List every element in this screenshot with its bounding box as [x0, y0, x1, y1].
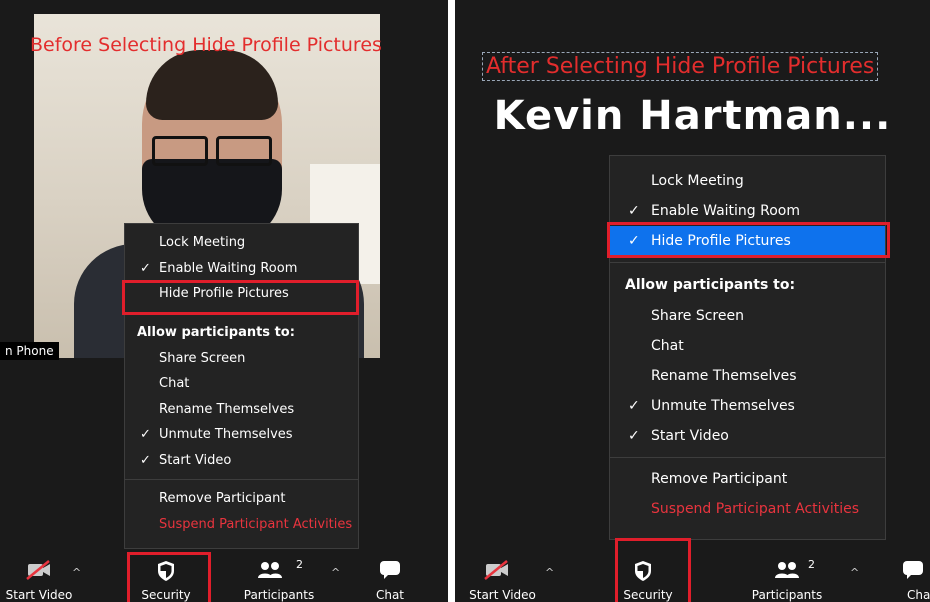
menu-item-start-video[interactable]: ✓ Start Video	[125, 448, 358, 474]
security-button[interactable]: Security	[607, 554, 697, 602]
start-video-button[interactable]: ^ Start Video	[465, 554, 555, 602]
check-icon: ✓	[628, 233, 640, 249]
menu-item-label: Lock Meeting	[651, 173, 744, 189]
participants-button[interactable]: 2 ^ Participants	[234, 554, 340, 602]
chevron-up-icon[interactable]: ^	[72, 566, 81, 579]
participants-button[interactable]: 2 ^ Participants	[742, 554, 859, 602]
menu-item-share-screen[interactable]: Share Screen	[610, 301, 885, 331]
shield-icon	[158, 561, 174, 581]
menu-item-remove-participant[interactable]: Remove Participant	[125, 486, 358, 512]
menu-item-label: Remove Participant	[651, 471, 788, 487]
participant-hair	[146, 50, 278, 120]
menu-item-suspend-activities[interactable]: Suspend Participant Activities	[125, 512, 358, 538]
before-screenshot-panel: n Phone Before Selecting Hide Profile Pi…	[0, 0, 448, 602]
security-menu: Lock Meeting ✓ Enable Waiting Room ✓ Hide …	[609, 155, 886, 540]
participants-label: Participants	[751, 588, 823, 602]
allow-participants-header: Allow participants to:	[137, 324, 295, 340]
start-video-label: Start Video	[469, 588, 536, 602]
chat-icon	[380, 561, 400, 579]
meeting-toolbar: ^ Start Video Security 2 ^ Participants	[0, 554, 448, 602]
check-icon: ✓	[628, 398, 640, 414]
menu-item-hide-profile-pictures[interactable]: Hide Profile Pictures	[125, 281, 358, 307]
menu-item-label: Unmute Themselves	[651, 398, 795, 414]
video-off-icon	[484, 560, 509, 580]
menu-item-rename-themselves[interactable]: Rename Themselves	[610, 361, 885, 391]
participants-icon	[258, 562, 282, 578]
security-label: Security	[141, 588, 191, 602]
chat-button[interactable]: Cha	[885, 554, 930, 602]
menu-item-label: Chat	[159, 376, 190, 391]
before-caption: Before Selecting Hide Profile Pictures	[30, 34, 382, 56]
participants-label: Participants	[243, 588, 315, 602]
menu-item-unmute-themselves[interactable]: ✓ Unmute Themselves	[125, 422, 358, 448]
start-video-button[interactable]: ^ Start Video	[0, 554, 84, 602]
menu-item-label: Start Video	[651, 428, 729, 444]
chat-label: Cha	[907, 588, 930, 602]
participant-name-tag: n Phone	[0, 342, 59, 360]
menu-item-unmute-themselves[interactable]: ✓ Unmute Themselves	[610, 391, 885, 421]
menu-item-label: Suspend Participant Activities	[651, 501, 860, 517]
menu-item-hide-profile-pictures[interactable]: ✓ Hide Profile Pictures	[610, 226, 885, 256]
security-label: Security	[623, 588, 673, 602]
check-icon: ✓	[628, 203, 640, 219]
security-button[interactable]: Security	[121, 554, 211, 602]
menu-item-remove-participant[interactable]: Remove Participant	[610, 464, 885, 494]
menu-item-rename-themselves[interactable]: Rename Themselves	[125, 397, 358, 423]
start-video-label: Start Video	[5, 588, 73, 602]
participant-glasses	[152, 136, 272, 166]
menu-item-label: Chat	[651, 338, 684, 354]
menu-item-label: Hide Profile Pictures	[651, 233, 791, 249]
participants-count-badge: 2	[296, 558, 303, 571]
menu-item-lock-meeting[interactable]: Lock Meeting	[610, 166, 885, 196]
participant-display-name: Kevin Hartman...	[493, 93, 892, 139]
check-icon: ✓	[140, 452, 151, 468]
menu-item-lock-meeting[interactable]: Lock Meeting	[125, 230, 358, 256]
menu-item-suspend-activities[interactable]: Suspend Participant Activities	[610, 494, 885, 524]
chevron-up-icon[interactable]: ^	[850, 566, 859, 579]
menu-item-label: Rename Themselves	[159, 401, 295, 417]
menu-item-enable-waiting-room[interactable]: ✓ Enable Waiting Room	[125, 256, 358, 282]
menu-item-label: Share Screen	[651, 308, 744, 324]
menu-item-enable-waiting-room[interactable]: ✓ Enable Waiting Room	[610, 196, 885, 226]
check-icon: ✓	[140, 260, 151, 276]
chat-label: Chat	[375, 588, 405, 602]
after-caption: After Selecting Hide Profile Pictures	[482, 52, 879, 81]
chevron-up-icon[interactable]: ^	[545, 566, 554, 579]
menu-item-chat[interactable]: Chat	[610, 331, 885, 361]
chat-button[interactable]: Chat	[345, 554, 435, 602]
menu-item-label: Unmute Themselves	[159, 427, 293, 442]
menu-item-label: Remove Participant	[159, 491, 286, 506]
check-icon: ✓	[140, 427, 151, 442]
menu-item-label: Enable Waiting Room	[159, 260, 298, 276]
shield-icon	[635, 561, 651, 581]
menu-divider	[610, 262, 885, 263]
menu-item-label: Lock Meeting	[159, 235, 246, 250]
after-screenshot-panel: After Selecting Hide Profile Pictures Ke…	[455, 0, 930, 602]
chat-icon	[903, 561, 923, 579]
security-menu: Lock Meeting ✓ Enable Waiting Room Hide P…	[124, 223, 359, 549]
video-off-icon	[26, 560, 50, 580]
meeting-toolbar: ^ Start Video Security 2 ^ Participants	[455, 554, 930, 602]
menu-item-chat[interactable]: Chat	[125, 371, 358, 397]
menu-item-label: Rename Themselves	[651, 368, 797, 384]
check-icon: ✓	[628, 428, 640, 444]
chevron-up-icon[interactable]: ^	[331, 566, 340, 579]
menu-item-label: Start Video	[159, 452, 232, 468]
menu-item-label: Hide Profile Pictures	[159, 286, 289, 301]
participants-count-badge: 2	[808, 558, 815, 571]
participants-icon	[775, 562, 799, 578]
menu-divider	[610, 457, 885, 458]
menu-divider	[125, 312, 358, 314]
menu-item-share-screen[interactable]: Share Screen	[125, 346, 358, 372]
menu-item-label: Suspend Participant Activities	[159, 516, 353, 532]
menu-item-label: Share Screen	[159, 350, 246, 366]
menu-divider	[125, 479, 358, 480]
menu-item-start-video[interactable]: ✓ Start Video	[610, 421, 885, 451]
menu-item-label: Enable Waiting Room	[651, 203, 801, 219]
allow-participants-header: Allow participants to:	[625, 277, 796, 293]
